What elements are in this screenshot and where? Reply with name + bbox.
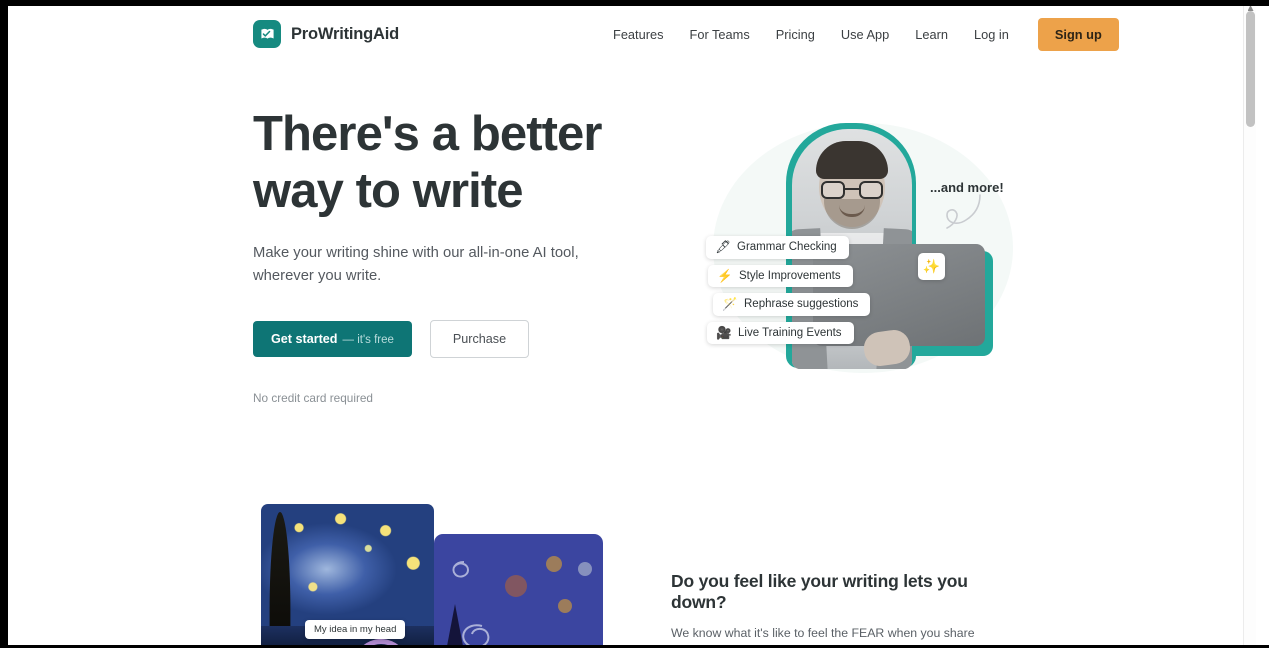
prowritingaid-book-logo-icon xyxy=(253,20,281,48)
no-credit-card-note: No credit card required xyxy=(253,391,373,405)
feature-chip-live-training-events: 🎥 Live Training Events xyxy=(707,321,854,344)
glasses-lens-right xyxy=(859,181,883,199)
vertical-scrollbar[interactable] xyxy=(1243,6,1256,645)
nav-link-use-app[interactable]: Use App xyxy=(828,27,902,42)
video-camera-icon: 🎥 xyxy=(716,325,732,340)
writing-lets-you-down-section: Do you feel like your writing lets you d… xyxy=(671,571,1016,645)
brand-logo[interactable]: ProWritingAid xyxy=(253,20,399,48)
bad-drawing-panel xyxy=(434,534,603,645)
image-caption: My idea in my head xyxy=(305,620,406,639)
lightning-icon: ⚡ xyxy=(717,268,733,283)
pen-icon: 🖋 xyxy=(715,240,731,254)
magic-wand-icon: 🪄 xyxy=(722,297,738,311)
and-more-curve-icon xyxy=(946,194,981,229)
glasses-lens-left xyxy=(821,181,845,199)
person-glasses-icon xyxy=(821,181,883,199)
section-title: Do you feel like your writing lets you d… xyxy=(671,571,968,612)
hero-illustration: ✨ ...and more! 🖋 Grammar Checking ⚡ Styl… xyxy=(668,101,1038,401)
hero-feature-chips: 🖋 Grammar Checking ⚡ Style Improvements … xyxy=(698,236,871,344)
sparkle-icon: ✨ xyxy=(918,253,945,280)
page-canvas: ProWritingAid Features For Teams Pricing… xyxy=(8,6,1256,645)
hero-title: There's a better way to write xyxy=(253,107,602,218)
get-started-label: Get started xyxy=(271,332,338,346)
scrollbar-thumb[interactable] xyxy=(1246,11,1255,127)
feature-chip-label: Rephrase suggestions xyxy=(744,298,859,311)
site-header: ProWritingAid Features For Teams Pricing… xyxy=(8,6,1256,63)
browser-window: ProWritingAid Features For Teams Pricing… xyxy=(8,6,1269,645)
person-hair xyxy=(816,141,888,179)
comparison-illustration: My idea in my head xyxy=(253,504,603,645)
nav-link-for-teams[interactable]: For Teams xyxy=(677,27,763,42)
nav-link-pricing[interactable]: Pricing xyxy=(763,27,828,42)
nav-link-learn[interactable]: Learn xyxy=(902,27,961,42)
feature-chip-label: Style Improvements xyxy=(739,269,841,282)
hero-subtitle: Make your writing shine with our all-in-… xyxy=(253,245,579,284)
purchase-button[interactable]: Purchase xyxy=(429,320,530,358)
get-started-button[interactable]: Get started — it's free xyxy=(253,321,412,357)
feature-chip-grammar-checking: 🖋 Grammar Checking xyxy=(706,236,849,259)
sign-up-button[interactable]: Sign up xyxy=(1037,18,1119,51)
feature-chip-rephrase-suggestions: 🪄 Rephrase suggestions xyxy=(713,293,871,316)
section-body: We know what it's like to feel the FEAR … xyxy=(671,626,992,645)
feature-chip-style-improvements: ⚡ Style Improvements xyxy=(708,264,853,287)
nav-link-log-in[interactable]: Log in xyxy=(961,27,1022,42)
get-started-free-tag: — it's free xyxy=(342,334,394,346)
hero-cta-row: Get started — it's free Purchase xyxy=(253,320,653,358)
hero-section: There's a better way to write Make your … xyxy=(253,106,653,405)
brand-name: ProWritingAid xyxy=(291,24,400,43)
feature-chip-label: Live Training Events xyxy=(738,326,842,339)
feature-chip-label: Grammar Checking xyxy=(737,241,837,254)
glasses-bridge xyxy=(845,188,859,191)
nav-link-features[interactable]: Features xyxy=(603,27,677,42)
main-navigation: Features For Teams Pricing Use App Learn… xyxy=(603,6,1119,63)
